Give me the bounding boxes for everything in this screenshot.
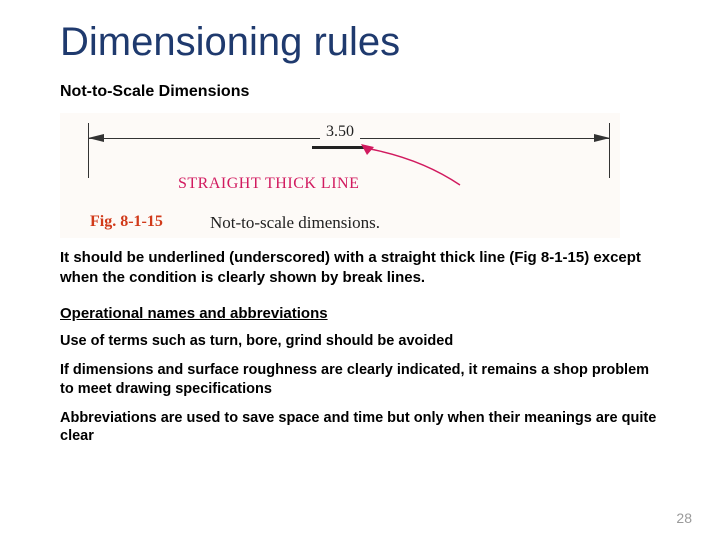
section-heading-2: Operational names and abbreviations bbox=[0, 287, 720, 322]
bullet-3: Abbreviations are used to save space and… bbox=[0, 399, 720, 447]
arrowhead-left-icon bbox=[88, 134, 104, 142]
page-number: 28 bbox=[676, 510, 692, 526]
paragraph-1: It should be underlined (underscored) wi… bbox=[0, 238, 720, 287]
straight-thick-line-label: STRAIGHT THICK LINE bbox=[178, 175, 359, 193]
extension-line-left bbox=[88, 123, 89, 178]
bullet-2: If dimensions and surface roughness are … bbox=[0, 351, 720, 399]
figure-diagram: 3.50 STRAIGHT THICK LINE Fig. 8-1-15 Not… bbox=[60, 113, 620, 238]
arrowhead-right-icon bbox=[594, 134, 610, 142]
section-subtitle: Not-to-Scale Dimensions bbox=[0, 65, 720, 101]
extension-line-right bbox=[609, 123, 610, 178]
figure-caption: Not-to-scale dimensions. bbox=[210, 213, 380, 233]
figure-number: Fig. 8-1-15 bbox=[90, 213, 163, 231]
page-title: Dimensioning rules bbox=[0, 0, 720, 65]
bullet-1: Use of terms such as turn, bore, grind s… bbox=[0, 322, 720, 351]
leader-arrow-icon bbox=[360, 143, 480, 188]
dimension-value: 3.50 bbox=[320, 123, 360, 141]
